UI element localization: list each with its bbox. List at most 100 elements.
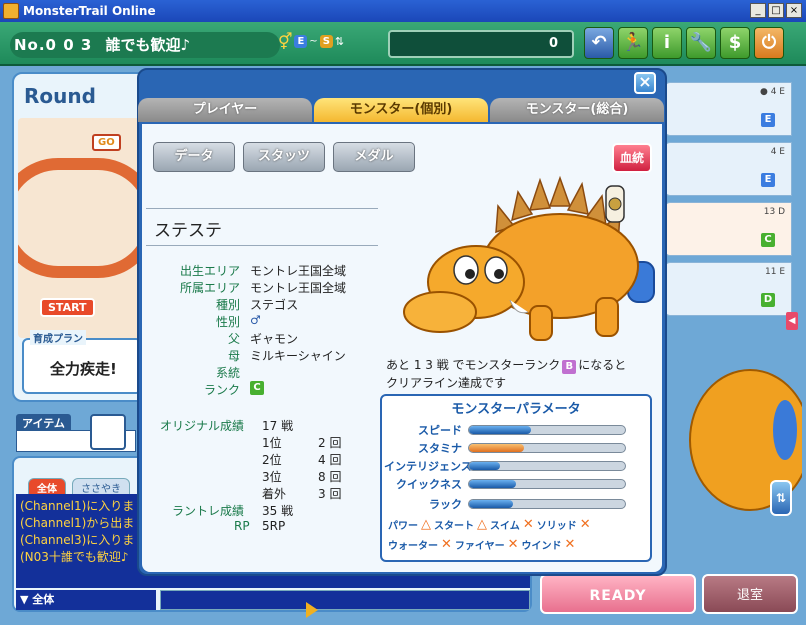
info-label: 父 [227, 332, 240, 346]
back-arrow-icon[interactable]: ↶ [584, 27, 614, 59]
affinity-label: ウインド [521, 541, 562, 552]
info-icon[interactable]: i [652, 27, 682, 59]
rantore-record-label: ラントレ成績 [172, 504, 245, 518]
affinity-label: スイム [490, 521, 520, 532]
gender-icon: ⚥ [278, 32, 293, 51]
info-row: 系統 [146, 364, 250, 381]
leave-room-button[interactable]: 退室 [702, 574, 798, 614]
wrench-icon[interactable]: 🔧 [686, 27, 716, 59]
info-row: 母 ミルキーシャイン [146, 347, 346, 364]
player-slot[interactable]: ● 4 E E [664, 82, 792, 136]
hint-text-a: あと 1 3 戦 でモンスターランク [386, 358, 561, 372]
hint-rank-badge: B [562, 360, 577, 374]
info-value: ミルキーシャイン [250, 349, 346, 363]
parameter-fill [469, 480, 516, 488]
parameter-row: スタミナ [384, 441, 648, 455]
points-display: 0 [388, 30, 574, 58]
place-count: 2 回 [318, 436, 342, 450]
info-label: 性別 [215, 315, 240, 329]
player-slot[interactable]: 4 E E [664, 142, 792, 196]
hint-text-b: になると [578, 358, 627, 372]
course-road [18, 158, 146, 278]
tab-monster-overall[interactable]: モンスター(総合) [490, 98, 664, 122]
goal-tag: GO [92, 134, 121, 151]
parameter-fill [469, 426, 532, 434]
hint-text-line2: クリアライン達成です [386, 376, 507, 390]
info-row: ランク C [146, 381, 264, 398]
rantore-record-total: 35 戦 [262, 504, 294, 518]
ready-button[interactable]: READY [540, 574, 696, 614]
tab-player[interactable]: プレイヤー [138, 98, 312, 122]
parameter-bar [468, 425, 626, 435]
rank-chip-s: S [319, 35, 333, 48]
bloodline-button[interactable]: 血統 [612, 143, 652, 173]
info-label: 系統 [215, 366, 240, 380]
mouse-cursor-icon [306, 602, 318, 618]
slot-rank: D [761, 293, 775, 307]
place-label: 3位 [262, 470, 282, 484]
room-number: No.0 0 3 [14, 36, 93, 54]
info-row: 所属エリア モントレ王国全域 [146, 279, 346, 296]
affinity-row: パワー △ スタート △ スイム ✕ ソリッド ✕ [388, 517, 591, 532]
rank-hint: あと 1 3 戦 でモンスターランク B になると クリアライン達成です [386, 356, 656, 392]
tab-monster-individual[interactable]: モンスター(個別) [314, 98, 488, 122]
parameter-label: クイックネス [396, 478, 462, 491]
monster-portrait [403, 175, 655, 341]
affinity-label: スタート [434, 521, 474, 532]
parameter-bar [468, 479, 626, 489]
runner-icon[interactable]: 🏃 [618, 27, 648, 59]
place-count: 8 回 [318, 470, 342, 484]
affinity-mark: △ [477, 517, 487, 532]
affinity-label: パワー [388, 521, 418, 532]
scroll-arrow-icon[interactable]: ⇅ [770, 480, 792, 516]
expand-arrow-icon[interactable]: ◀ [786, 312, 798, 330]
room-conditions: ⚥ E ~ S ⇅ [278, 32, 344, 51]
monster-rank-badge: C [250, 381, 264, 395]
slot-badge: 4 E [770, 147, 785, 157]
modal-tabs: プレイヤー モンスター(個別) モンスター(総合) [138, 98, 666, 122]
minimize-button[interactable]: _ [750, 3, 766, 18]
data-button[interactable]: データ [153, 142, 235, 172]
place-label: 2位 [262, 453, 282, 467]
stats-button[interactable]: スタッツ [243, 142, 325, 172]
place-label: 1位 [262, 436, 282, 450]
slot-badge: 13 D [763, 207, 785, 217]
place-count: 3 回 [318, 487, 342, 501]
info-label: ランク [203, 383, 240, 397]
parameter-label: スピード [418, 424, 462, 437]
medal-button[interactable]: メダル [333, 142, 415, 172]
maximize-button[interactable]: □ [768, 3, 784, 18]
chat-scope-select[interactable]: ▼ 全体 [16, 590, 156, 610]
rank-chip-e: E [294, 35, 308, 48]
info-value: ♂ [250, 313, 261, 327]
player-slot[interactable]: 11 E D [664, 262, 792, 316]
modal-close-button[interactable]: × [634, 72, 656, 94]
chat-input[interactable] [160, 590, 530, 610]
item-slot[interactable] [90, 414, 126, 450]
info-value: ギャモン [250, 332, 299, 346]
parameter-label: スタミナ [418, 442, 462, 455]
monster-parameters-title: モンスターパラメータ [451, 402, 581, 417]
affinity-mark: △ [421, 517, 431, 532]
money-bag-icon[interactable]: $ [720, 27, 750, 59]
parameter-fill [469, 444, 524, 452]
app-icon [3, 3, 19, 19]
parameter-label: ラック [429, 498, 462, 511]
place-label: 着外 [262, 487, 287, 501]
power-icon[interactable]: ⏻ [754, 27, 784, 59]
window-titlebar: MonsterTrail Online _ □ × [0, 0, 806, 22]
affinity-mark: ✕ [441, 537, 452, 552]
points-value: 0 [548, 36, 558, 51]
chat-scope-value: 全体 [32, 593, 55, 606]
window-title: MonsterTrail Online [23, 4, 156, 18]
affinity-mark: ✕ [564, 537, 576, 552]
slot-rank: C [761, 233, 775, 247]
info-label: 種別 [215, 298, 240, 312]
close-button[interactable]: × [786, 3, 802, 18]
parameter-fill [469, 500, 513, 508]
player-slot[interactable]: 13 D C [664, 202, 792, 256]
monster-name: ステステ [154, 221, 222, 241]
affinity-label: ファイヤー [454, 541, 505, 552]
affinity-mark: ✕ [579, 517, 591, 532]
info-value: ステゴス [250, 298, 299, 312]
